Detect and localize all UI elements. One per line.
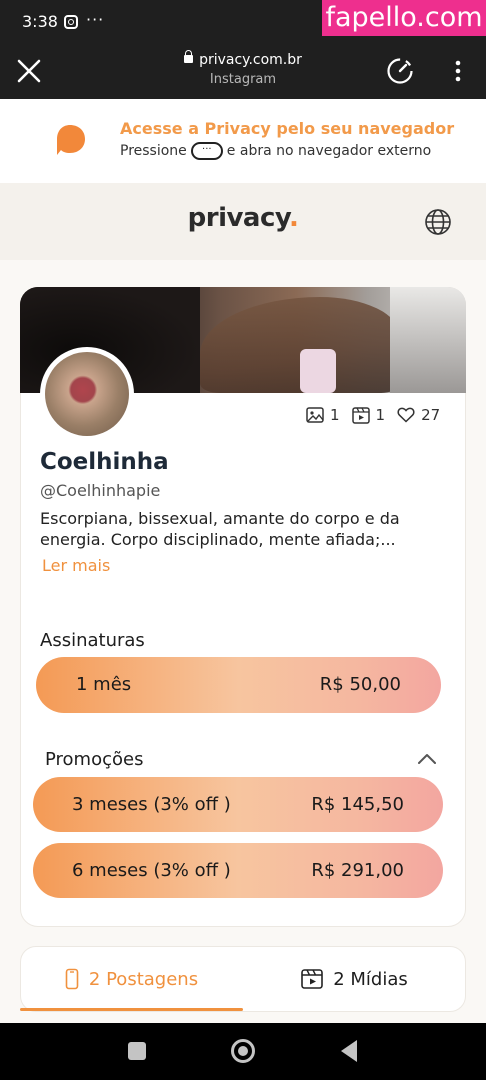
- videos-stat: 1: [351, 406, 386, 424]
- banner-text-before: Pressione: [120, 143, 187, 159]
- plan-price: R$ 291,00: [311, 860, 404, 881]
- plan-price: R$ 50,00: [319, 674, 401, 695]
- plan-price: R$ 145,50: [311, 794, 404, 815]
- profile-bio: Escorpiana, bissexual, amante do corpo e…: [40, 509, 400, 549]
- instagram-icon: [64, 15, 78, 29]
- globe-icon[interactable]: [424, 208, 452, 236]
- tab-media[interactable]: 2 Mídias: [243, 946, 466, 1012]
- menu-dots-pill-icon: ···: [190, 142, 223, 160]
- profile-stats: 1 1 27: [306, 404, 446, 426]
- promotion-plan-button[interactable]: 6 meses (3% off ) R$ 291,00: [33, 843, 443, 898]
- banner-text-after: e abra no navegador externo: [226, 143, 432, 159]
- recents-icon[interactable]: [128, 1042, 146, 1060]
- avatar-image: [45, 352, 129, 436]
- videos-count: 1: [375, 406, 386, 424]
- image-icon: [306, 407, 324, 423]
- chevron-up-icon[interactable]: [416, 748, 438, 770]
- tab-posts-label: 2 Postagens: [88, 968, 199, 990]
- avatar[interactable]: [40, 347, 134, 441]
- url-display[interactable]: privacy.com.br: [120, 50, 366, 68]
- banner-title: Acesse a Privacy pelo seu navegador: [120, 119, 455, 138]
- photos-count: 1: [330, 406, 340, 424]
- tab-posts[interactable]: 2 Postagens: [20, 946, 243, 1012]
- brand-logo[interactable]: privacy.: [0, 203, 486, 233]
- profile-handle: @Coelhinhapie: [40, 481, 161, 500]
- banner-instructions: Pressione ··· e abra no navegador extern…: [120, 142, 431, 160]
- phone-icon: [65, 968, 79, 990]
- system-nav-bar: [0, 1023, 486, 1080]
- browser-toolbar: privacy.com.br Instagram: [0, 44, 486, 99]
- brand-text: privacy: [187, 203, 290, 233]
- likes-stat: 27: [397, 406, 440, 424]
- url-subtitle: Instagram: [209, 72, 277, 87]
- url-domain: privacy.com.br: [199, 52, 302, 68]
- brand-dot: .: [288, 203, 299, 233]
- plan-label: 3 meses (3% off ): [72, 794, 231, 815]
- speedometer-icon[interactable]: [386, 57, 414, 85]
- plan-label: 1 mês: [76, 674, 132, 695]
- likes-count: 27: [421, 406, 441, 424]
- home-icon[interactable]: [231, 1039, 255, 1063]
- plan-label: 6 meses (3% off ): [72, 860, 231, 881]
- clock: 3:38: [22, 12, 58, 31]
- watermark: fapello.com: [322, 0, 486, 36]
- privacy-logo-icon: [57, 125, 85, 155]
- film-icon: [351, 406, 370, 424]
- more-vert-icon[interactable]: [448, 58, 468, 84]
- photos-stat: 1: [306, 406, 340, 424]
- close-icon[interactable]: [16, 58, 42, 84]
- lock-icon: [184, 50, 194, 63]
- site-header: privacy.: [0, 183, 486, 260]
- subscriptions-title: Assinaturas: [40, 630, 145, 651]
- open-in-browser-banner: Acesse a Privacy pelo seu navegador Pres…: [0, 99, 486, 183]
- heart-icon: [397, 407, 415, 423]
- tab-media-label: 2 Mídias: [333, 968, 408, 990]
- subscription-plan-button[interactable]: 1 mês R$ 50,00: [36, 657, 441, 713]
- promotions-title: Promoções: [45, 749, 144, 770]
- active-tab-indicator: [20, 1008, 243, 1011]
- overflow-indicator: ···: [86, 10, 105, 29]
- read-more-link[interactable]: Ler mais: [42, 556, 110, 575]
- promotion-plan-button[interactable]: 3 meses (3% off ) R$ 145,50: [33, 777, 443, 832]
- film-icon: [301, 969, 324, 989]
- back-icon[interactable]: [341, 1040, 357, 1062]
- profile-name: Coelhinha: [40, 449, 169, 475]
